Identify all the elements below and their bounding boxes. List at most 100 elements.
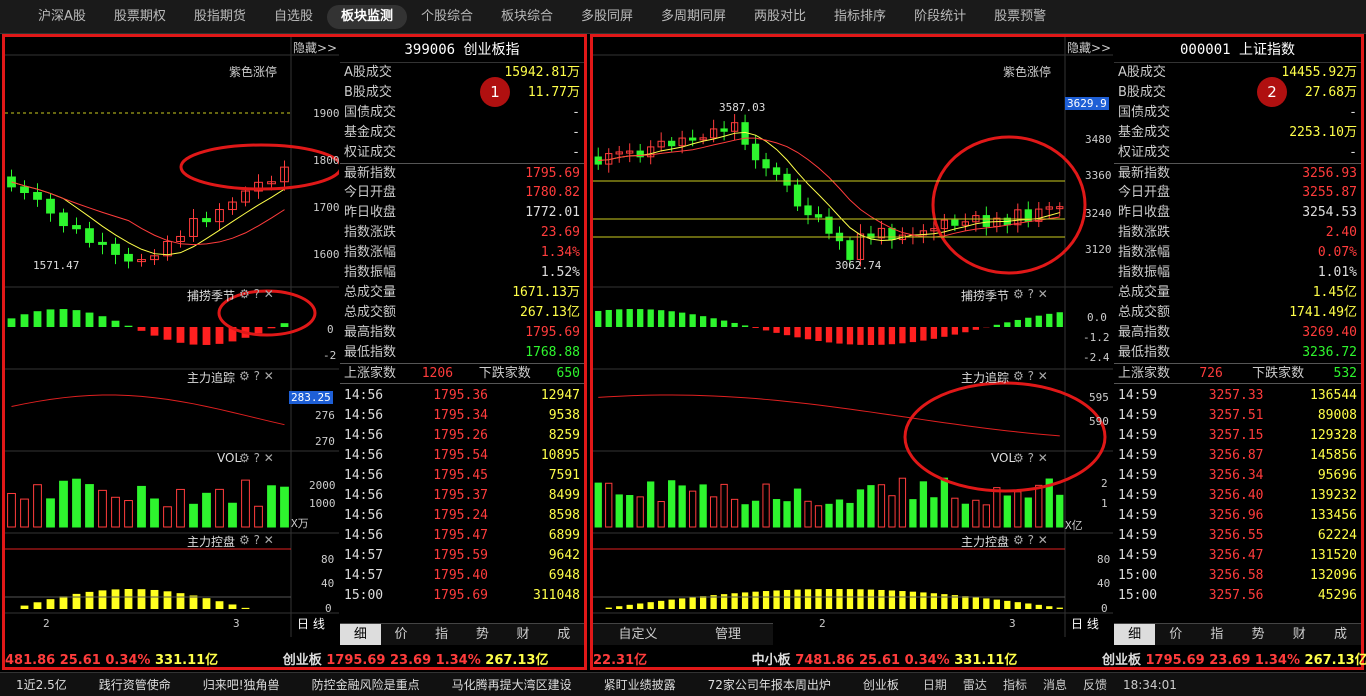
down-count: 532 [1333, 366, 1357, 381]
right-chart-area[interactable]: 隐藏>> 紫色涨停 3629.9 3480 3360 3240 3120 358… [593, 37, 1113, 637]
detail-tab[interactable]: 指 [1196, 624, 1237, 645]
news-link[interactable]: 72家公司年报本周出炉 [692, 676, 847, 693]
detail-tab[interactable]: 价 [381, 624, 422, 645]
indicator-buluo-label[interactable]: 捕捞季节 [961, 287, 1009, 304]
nav-tab[interactable]: 自选股 [260, 5, 327, 29]
period-selector[interactable]: 日 线 [1071, 615, 1099, 632]
detail-tab[interactable]: 细 [340, 624, 381, 645]
indicator-controls[interactable]: ⚙ ? ✕ [239, 533, 274, 547]
right-chart-svg[interactable] [593, 37, 1113, 637]
info-key: 今日开盘 [344, 185, 397, 200]
status-value: 23.69 [1209, 653, 1251, 668]
indicator-buluo-label[interactable]: 捕捞季节 [187, 287, 235, 304]
candle [951, 219, 959, 226]
detail-tab[interactable]: 势 [462, 624, 503, 645]
volume-bar [909, 499, 917, 528]
kongpan-bar [815, 589, 822, 609]
nav-tab[interactable]: 阶段统计 [900, 5, 980, 29]
indicator-controls[interactable]: ⚙ ? ✕ [239, 369, 274, 383]
nav-tab[interactable]: 指标排序 [820, 5, 900, 29]
tool-button[interactable]: 雷达 [955, 676, 995, 693]
indicator-controls[interactable]: ⚙ ? ✕ [1013, 533, 1048, 547]
indicator-controls[interactable]: ⚙ ? ✕ [239, 287, 274, 301]
indicator-zhuli-label[interactable]: 主力追踪 [187, 369, 235, 386]
indicator-bar [972, 327, 979, 330]
nav-tab[interactable]: 股票预警 [980, 5, 1060, 29]
indicator-bar [46, 309, 55, 327]
info-key: 国债成交 [344, 105, 397, 120]
info-value: 1.45亿 [1312, 285, 1357, 300]
left-chart-area[interactable]: 隐藏>> 紫色涨停 1900 1800 1700 1600 1571.47 捕捞… [5, 37, 343, 637]
indicator-controls[interactable]: ⚙ ? ✕ [1013, 287, 1048, 301]
news-link[interactable]: 创业板 [847, 676, 915, 693]
manage-button[interactable]: 管理 [683, 624, 773, 645]
tick-cell: 1795.59 [433, 548, 488, 563]
nav-tab[interactable]: 股票期权 [100, 5, 180, 29]
indicator-line [598, 394, 1060, 437]
indicator-bar [783, 327, 791, 336]
detail-tab[interactable]: 成 [543, 624, 584, 645]
detail-tab[interactable]: 财 [1279, 624, 1320, 645]
news-link[interactable]: 1近2.5亿 [0, 676, 83, 693]
volume-bar [7, 492, 16, 528]
indicator-kongpan-label[interactable]: 主力控盘 [187, 533, 235, 550]
info-row: A股成交 15942.81万 [340, 63, 584, 83]
nav-tab[interactable]: 沪深A股 [24, 5, 100, 29]
info-key: 指数涨幅 [344, 245, 397, 260]
indicator-vol-label[interactable]: VOL [217, 451, 241, 465]
tick-row: 14:59 3256.34 95696 [1114, 466, 1361, 486]
nav-tab[interactable]: 多周期同屏 [647, 5, 740, 29]
kongpan-bar [920, 592, 927, 609]
indicator-controls[interactable]: ⚙ ? ✕ [1013, 369, 1048, 383]
news-link[interactable]: 防控金融风险是重点 [296, 676, 436, 693]
nav-tab[interactable]: 股指期货 [180, 5, 260, 29]
tool-button[interactable]: 消息 [1035, 676, 1075, 693]
detail-tab[interactable]: 势 [1238, 624, 1279, 645]
nav-tab[interactable]: 个股综合 [407, 5, 487, 29]
left-chart-svg[interactable] [5, 37, 343, 637]
detail-tab[interactable]: 价 [1155, 624, 1196, 645]
tick-cell: 14:59 [1118, 408, 1158, 423]
kongpan-bar [825, 589, 833, 609]
nav-tab[interactable]: 两股对比 [740, 5, 820, 29]
hide-button[interactable]: 隐藏>> [293, 39, 337, 56]
indicator-controls[interactable]: ⚙ ? ✕ [1013, 451, 1048, 465]
indicator-bar [33, 311, 42, 327]
kongpan-bar [1035, 604, 1042, 609]
nav-tab[interactable]: 多股同屏 [567, 5, 647, 29]
custom-button[interactable]: 自定义 [593, 624, 683, 645]
indicator-controls[interactable]: ⚙ ? ✕ [239, 451, 274, 465]
period-selector[interactable]: 日 线 [297, 615, 325, 632]
left-panel: 隐藏>> 紫色涨停 1900 1800 1700 1600 1571.47 捕捞… [2, 34, 587, 670]
hide-button[interactable]: 隐藏>> [1067, 39, 1111, 56]
detail-tab[interactable]: 财 [503, 624, 544, 645]
detail-tab[interactable]: 成 [1320, 624, 1361, 645]
indicator-bar [605, 309, 612, 327]
indicator-zhuli-label[interactable]: 主力追踪 [961, 369, 1009, 386]
tick-cell: 14:59 [1118, 488, 1158, 503]
news-link[interactable]: 紧盯业绩披露 [588, 676, 692, 693]
candle [59, 212, 68, 227]
updown-row: 上涨家数 726 下跌家数 532 [1114, 363, 1361, 383]
candle [124, 253, 133, 262]
news-link[interactable]: 马化腾再提大湾区建设 [436, 676, 588, 693]
tool-button[interactable]: 反馈 [1075, 676, 1115, 693]
news-link[interactable]: 归来吧!独角兽 [187, 676, 296, 693]
nav-tab[interactable]: 板块综合 [487, 5, 567, 29]
indicator-vol-label[interactable]: VOL [991, 451, 1015, 465]
info-row: 总成交量 1671.13万 [340, 283, 584, 303]
detail-tab[interactable]: 指 [421, 624, 462, 645]
news-link[interactable]: 践行资管使命 [83, 676, 187, 693]
detail-tab[interactable]: 细 [1114, 624, 1156, 645]
nav-tab[interactable]: 板块监测 [326, 4, 407, 29]
tick-cell: 3256.47 [1208, 548, 1264, 563]
info-row: 最新指数 3256.93 [1114, 163, 1361, 183]
tool-button[interactable]: 日期 [915, 676, 955, 693]
kongpan-bar [993, 599, 1000, 609]
info-row: B股成交 27.68万 [1114, 83, 1361, 103]
ind1-tick: -2 [323, 349, 337, 362]
tool-button[interactable]: 指标 [995, 676, 1035, 693]
indicator-bar [215, 327, 224, 344]
indicator-kongpan-label[interactable]: 主力控盘 [961, 533, 1009, 550]
zise-marker: 紫色涨停 [229, 65, 278, 79]
